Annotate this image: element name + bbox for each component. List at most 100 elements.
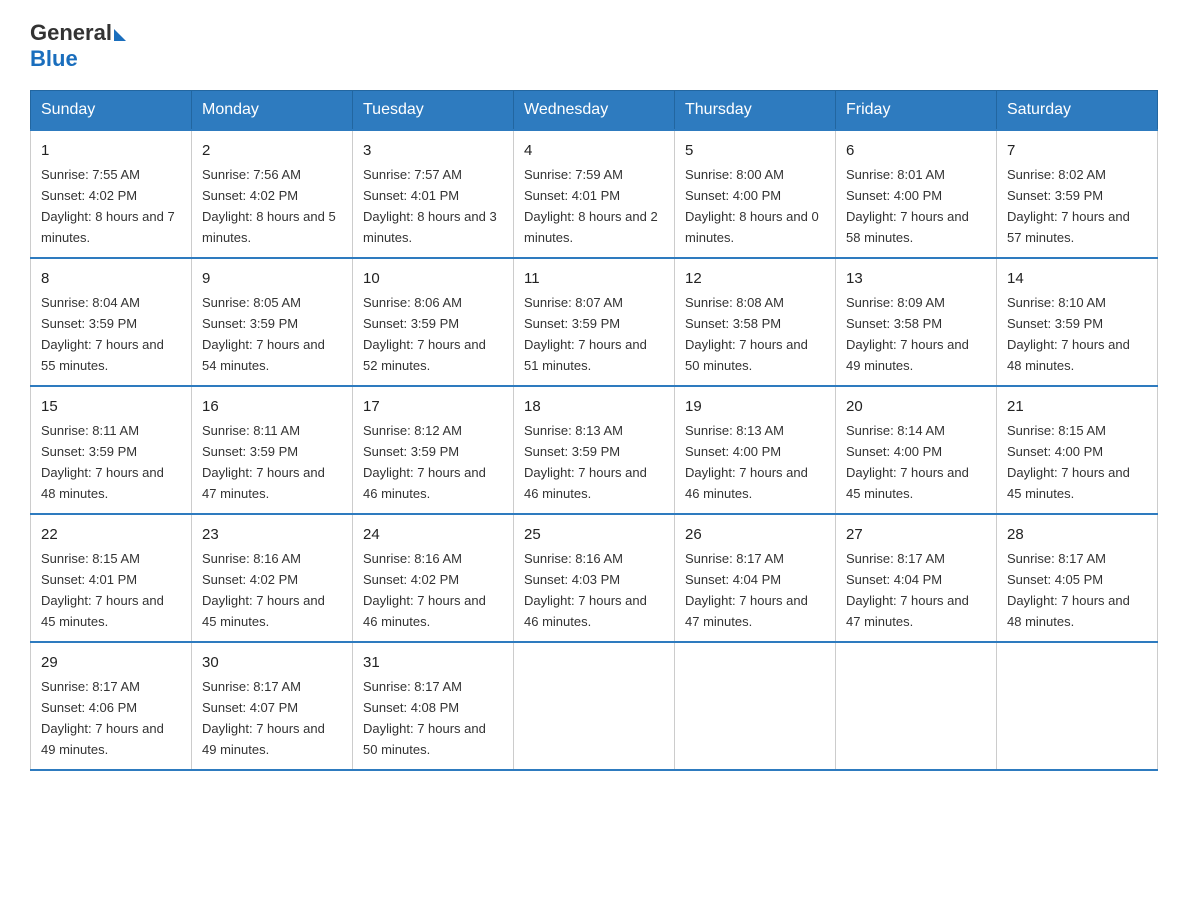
day-info: Sunrise: 8:06 AMSunset: 3:59 PMDaylight:… — [363, 295, 486, 373]
col-header-monday: Monday — [192, 91, 353, 131]
day-number: 9 — [202, 267, 342, 290]
calendar-cell — [836, 642, 997, 770]
calendar-cell: 25 Sunrise: 8:16 AMSunset: 4:03 PMDayligh… — [514, 514, 675, 642]
calendar-cell: 26Sunrise: 8:17 AMSunset: 4:04 PMDayligh… — [675, 514, 836, 642]
calendar-cell: 19Sunrise: 8:13 AMSunset: 4:00 PMDayligh… — [675, 386, 836, 514]
day-number: 25 — [524, 523, 664, 546]
day-info: Sunrise: 8:09 AMSunset: 3:58 PMDaylight:… — [846, 295, 969, 373]
page-header: General Blue — [30, 20, 1158, 72]
day-number: 12 — [685, 267, 825, 290]
calendar-cell: 2 Sunrise: 7:56 AMSunset: 4:02 PMDaylight… — [192, 130, 353, 258]
day-info: Sunrise: 8:15 AMSunset: 4:01 PMDaylight:… — [41, 551, 164, 629]
day-info: Sunrise: 8:02 AMSunset: 3:59 PMDaylight:… — [1007, 167, 1130, 245]
calendar-week-row: 8 Sunrise: 8:04 AMSunset: 3:59 PMDaylight… — [31, 258, 1158, 386]
calendar-cell — [514, 642, 675, 770]
calendar-cell: 13 Sunrise: 8:09 AMSunset: 3:58 PMDayligh… — [836, 258, 997, 386]
calendar-cell: 10 Sunrise: 8:06 AMSunset: 3:59 PMDayligh… — [353, 258, 514, 386]
logo-blue: Blue — [30, 46, 78, 71]
day-number: 5 — [685, 139, 825, 162]
calendar-cell: 5 Sunrise: 8:00 AMSunset: 4:00 PMDaylight… — [675, 130, 836, 258]
day-number: 1 — [41, 139, 181, 162]
day-number: 14 — [1007, 267, 1147, 290]
calendar-cell: 29Sunrise: 8:17 AMSunset: 4:06 PMDayligh… — [31, 642, 192, 770]
day-info: Sunrise: 8:17 AMSunset: 4:07 PMDaylight:… — [202, 679, 325, 757]
day-number: 21 — [1007, 395, 1147, 418]
day-info: Sunrise: 8:11 AMSunset: 3:59 PMDaylight:… — [41, 423, 164, 501]
calendar-cell: 16 Sunrise: 8:11 AMSunset: 3:59 PMDayligh… — [192, 386, 353, 514]
day-info: Sunrise: 7:56 AMSunset: 4:02 PMDaylight:… — [202, 167, 336, 245]
calendar-cell: 23 Sunrise: 8:16 AMSunset: 4:02 PMDayligh… — [192, 514, 353, 642]
day-number: 24 — [363, 523, 503, 546]
logo: General Blue — [30, 20, 126, 72]
day-number: 23 — [202, 523, 342, 546]
day-info: Sunrise: 8:17 AMSunset: 4:04 PMDaylight:… — [846, 551, 969, 629]
day-number: 6 — [846, 139, 986, 162]
day-info: Sunrise: 8:12 AMSunset: 3:59 PMDaylight:… — [363, 423, 486, 501]
calendar-week-row: 15 Sunrise: 8:11 AMSunset: 3:59 PMDayligh… — [31, 386, 1158, 514]
calendar-week-row: 1 Sunrise: 7:55 AMSunset: 4:02 PMDaylight… — [31, 130, 1158, 258]
day-info: Sunrise: 8:00 AMSunset: 4:00 PMDaylight:… — [685, 167, 819, 245]
day-number: 7 — [1007, 139, 1147, 162]
logo-arrow-icon — [114, 29, 126, 41]
day-number: 16 — [202, 395, 342, 418]
col-header-wednesday: Wednesday — [514, 91, 675, 131]
day-info: Sunrise: 8:17 AMSunset: 4:05 PMDaylight:… — [1007, 551, 1130, 629]
calendar-cell: 18Sunrise: 8:13 AMSunset: 3:59 PMDayligh… — [514, 386, 675, 514]
calendar-cell: 12 Sunrise: 8:08 AMSunset: 3:58 PMDayligh… — [675, 258, 836, 386]
calendar-cell: 21Sunrise: 8:15 AMSunset: 4:00 PMDayligh… — [997, 386, 1158, 514]
day-info: Sunrise: 7:55 AMSunset: 4:02 PMDaylight:… — [41, 167, 175, 245]
day-info: Sunrise: 7:57 AMSunset: 4:01 PMDaylight:… — [363, 167, 497, 245]
day-info: Sunrise: 8:13 AMSunset: 3:59 PMDaylight:… — [524, 423, 647, 501]
calendar-header-row: SundayMondayTuesdayWednesdayThursdayFrid… — [31, 91, 1158, 131]
day-info: Sunrise: 8:08 AMSunset: 3:58 PMDaylight:… — [685, 295, 808, 373]
day-info: Sunrise: 8:10 AMSunset: 3:59 PMDaylight:… — [1007, 295, 1130, 373]
day-number: 19 — [685, 395, 825, 418]
day-info: Sunrise: 8:14 AMSunset: 4:00 PMDaylight:… — [846, 423, 969, 501]
day-number: 2 — [202, 139, 342, 162]
day-number: 11 — [524, 267, 664, 290]
day-info: Sunrise: 8:11 AMSunset: 3:59 PMDaylight:… — [202, 423, 325, 501]
calendar-cell: 30 Sunrise: 8:17 AMSunset: 4:07 PMDayligh… — [192, 642, 353, 770]
day-number: 15 — [41, 395, 181, 418]
calendar-cell: 20 Sunrise: 8:14 AMSunset: 4:00 PMDayligh… — [836, 386, 997, 514]
day-info: Sunrise: 8:04 AMSunset: 3:59 PMDaylight:… — [41, 295, 164, 373]
col-header-saturday: Saturday — [997, 91, 1158, 131]
calendar-cell: 22 Sunrise: 8:15 AMSunset: 4:01 PMDayligh… — [31, 514, 192, 642]
calendar-cell — [675, 642, 836, 770]
calendar-cell: 9 Sunrise: 8:05 AMSunset: 3:59 PMDaylight… — [192, 258, 353, 386]
day-info: Sunrise: 8:17 AMSunset: 4:06 PMDaylight:… — [41, 679, 164, 757]
calendar-cell: 3 Sunrise: 7:57 AMSunset: 4:01 PMDaylight… — [353, 130, 514, 258]
calendar-cell: 17Sunrise: 8:12 AMSunset: 3:59 PMDayligh… — [353, 386, 514, 514]
day-info: Sunrise: 8:05 AMSunset: 3:59 PMDaylight:… — [202, 295, 325, 373]
day-number: 30 — [202, 651, 342, 674]
calendar-week-row: 22 Sunrise: 8:15 AMSunset: 4:01 PMDayligh… — [31, 514, 1158, 642]
day-number: 13 — [846, 267, 986, 290]
day-number: 22 — [41, 523, 181, 546]
day-info: Sunrise: 8:17 AMSunset: 4:08 PMDaylight:… — [363, 679, 486, 757]
logo-general: General — [30, 20, 112, 46]
day-info: Sunrise: 8:07 AMSunset: 3:59 PMDaylight:… — [524, 295, 647, 373]
calendar-cell: 11 Sunrise: 8:07 AMSunset: 3:59 PMDayligh… — [514, 258, 675, 386]
col-header-sunday: Sunday — [31, 91, 192, 131]
day-number: 28 — [1007, 523, 1147, 546]
day-info: Sunrise: 8:16 AMSunset: 4:02 PMDaylight:… — [202, 551, 325, 629]
calendar-cell: 27 Sunrise: 8:17 AMSunset: 4:04 PMDayligh… — [836, 514, 997, 642]
col-header-friday: Friday — [836, 91, 997, 131]
calendar-cell: 1 Sunrise: 7:55 AMSunset: 4:02 PMDaylight… — [31, 130, 192, 258]
day-number: 4 — [524, 139, 664, 162]
calendar-cell — [997, 642, 1158, 770]
day-number: 26 — [685, 523, 825, 546]
day-info: Sunrise: 8:16 AMSunset: 4:03 PMDaylight:… — [524, 551, 647, 629]
calendar-cell: 7 Sunrise: 8:02 AMSunset: 3:59 PMDaylight… — [997, 130, 1158, 258]
day-number: 20 — [846, 395, 986, 418]
calendar-cell: 14 Sunrise: 8:10 AMSunset: 3:59 PMDayligh… — [997, 258, 1158, 386]
day-info: Sunrise: 7:59 AMSunset: 4:01 PMDaylight:… — [524, 167, 658, 245]
day-number: 3 — [363, 139, 503, 162]
day-number: 8 — [41, 267, 181, 290]
calendar-cell: 31Sunrise: 8:17 AMSunset: 4:08 PMDayligh… — [353, 642, 514, 770]
day-number: 27 — [846, 523, 986, 546]
calendar-cell: 28 Sunrise: 8:17 AMSunset: 4:05 PMDayligh… — [997, 514, 1158, 642]
calendar-cell: 24Sunrise: 8:16 AMSunset: 4:02 PMDayligh… — [353, 514, 514, 642]
day-number: 10 — [363, 267, 503, 290]
calendar-cell: 8 Sunrise: 8:04 AMSunset: 3:59 PMDaylight… — [31, 258, 192, 386]
